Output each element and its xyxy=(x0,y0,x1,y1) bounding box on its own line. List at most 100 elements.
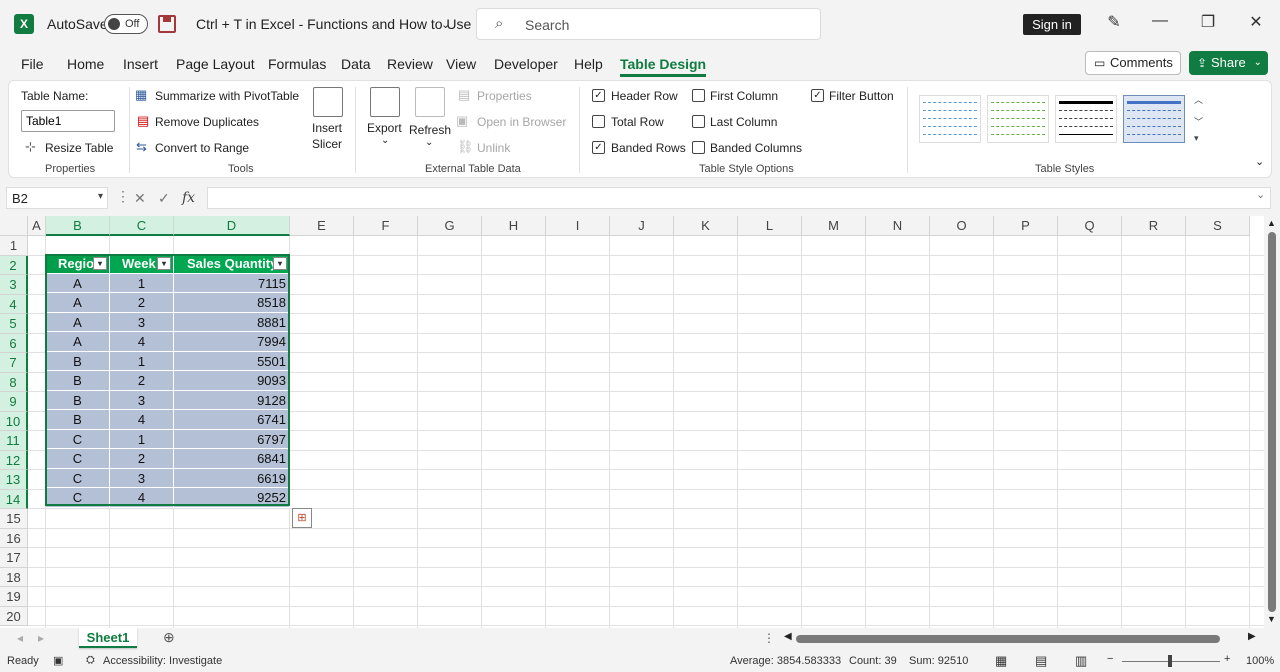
column-header-h[interactable]: H xyxy=(482,216,546,236)
table-cell[interactable]: 1 xyxy=(110,351,174,371)
expand-formula-icon[interactable]: ⌄ xyxy=(1256,188,1265,201)
column-header-l[interactable]: L xyxy=(738,216,802,236)
more-styles-icon[interactable]: ▾ xyxy=(1194,133,1199,144)
table-cell[interactable]: A xyxy=(46,332,110,352)
column-header-e[interactable]: E xyxy=(290,216,354,236)
row-header-8[interactable]: 8 xyxy=(0,372,28,392)
column-header-a[interactable]: A xyxy=(28,216,46,236)
row-header-6[interactable]: 6 xyxy=(0,333,28,353)
column-header-k[interactable]: K xyxy=(674,216,738,236)
comments-button[interactable]: ▭ Comments xyxy=(1085,51,1181,75)
column-header-b[interactable]: B xyxy=(46,216,110,236)
table-cell[interactable]: 9128 xyxy=(174,390,290,410)
table-cell[interactable]: 1 xyxy=(110,273,174,293)
enter-icon[interactable]: ✓ xyxy=(158,190,170,207)
chevron-down-icon[interactable]: ⌄ xyxy=(425,137,433,148)
row-header-11[interactable]: 11 xyxy=(0,431,28,451)
table-cell[interactable]: B xyxy=(46,390,110,410)
scroll-right-icon[interactable]: ▶ xyxy=(1248,631,1256,642)
table-cell[interactable]: 6619 xyxy=(174,468,290,488)
table-cell[interactable]: 6741 xyxy=(174,410,290,430)
row-header-19[interactable]: 19 xyxy=(0,587,28,607)
select-all-corner[interactable] xyxy=(0,216,28,236)
tab-data[interactable]: Data xyxy=(341,56,371,72)
row-header-15[interactable]: 15 xyxy=(0,509,28,529)
tab-file[interactable]: File xyxy=(21,56,44,72)
banded-columns-checkbox[interactable] xyxy=(692,141,705,154)
close-icon[interactable]: ✕ xyxy=(1244,12,1268,32)
scroll-thumb[interactable] xyxy=(1268,232,1276,612)
column-header-m[interactable]: M xyxy=(802,216,866,236)
table-style-light-blue[interactable] xyxy=(919,95,981,143)
last-column-checkbox[interactable] xyxy=(692,115,705,128)
row-header-12[interactable]: 12 xyxy=(0,450,28,470)
row-header-7[interactable]: 7 xyxy=(0,353,28,373)
tab-view[interactable]: View xyxy=(446,56,476,72)
column-header-c[interactable]: C xyxy=(110,216,174,236)
row-header-4[interactable]: 4 xyxy=(0,294,28,314)
table-cell[interactable]: 4 xyxy=(110,488,174,508)
filter-button-checkbox[interactable]: ✓ xyxy=(811,89,824,102)
convert-to-range-button[interactable]: Convert to Range xyxy=(155,141,249,155)
table-cell[interactable]: B xyxy=(46,410,110,430)
tab-insert[interactable]: Insert xyxy=(123,56,158,72)
table-cell[interactable]: A xyxy=(46,312,110,332)
scroll-down-icon[interactable]: ▼ xyxy=(1267,614,1276,624)
table-cell[interactable]: 2 xyxy=(110,371,174,391)
share-button[interactable]: ⇪ Share ⌄ xyxy=(1189,51,1268,75)
table-cell[interactable]: 3 xyxy=(110,468,174,488)
refresh-button[interactable]: Refresh xyxy=(409,123,451,137)
table-cell[interactable]: B xyxy=(46,351,110,371)
next-sheet-icon[interactable]: ▸ xyxy=(38,631,44,645)
data-table[interactable]: Regio ▾ Week ▾ Sales Quantity ▾ A 1 7115 A 2 8518 A 3… xyxy=(46,254,290,508)
more-icon[interactable]: ⋮ xyxy=(763,631,775,645)
row-header-5[interactable]: 5 xyxy=(0,314,28,334)
quick-analysis-icon[interactable]: ⊞ xyxy=(292,508,312,528)
column-header-r[interactable]: R xyxy=(1122,216,1186,236)
chevron-down-icon[interactable]: ⌄ xyxy=(1254,51,1262,75)
worksheet-grid[interactable]: ABCDEFGHIJKLMNOPQRS 1 2 3 4 5 6 7 8 9 10 11 12 13 14 1… xyxy=(0,216,1264,628)
row-header-9[interactable]: 9 xyxy=(0,392,28,412)
zoom-out-icon[interactable]: − xyxy=(1107,653,1113,665)
scroll-thumb[interactable] xyxy=(796,635,1220,643)
chevron-down-icon[interactable]: ⌄ xyxy=(381,135,389,146)
column-header-p[interactable]: P xyxy=(994,216,1058,236)
row-header-14[interactable]: 14 xyxy=(0,489,28,509)
zoom-in-icon[interactable]: + xyxy=(1224,653,1230,665)
add-sheet-icon[interactable]: ⊕ xyxy=(163,629,175,646)
row-header-16[interactable]: 16 xyxy=(0,528,28,548)
cancel-icon[interactable]: ✕ xyxy=(134,190,146,207)
remove-duplicates-button[interactable]: Remove Duplicates xyxy=(155,115,259,129)
chevron-down-icon[interactable]: ⌄ xyxy=(441,18,450,31)
table-cell[interactable]: 4 xyxy=(110,332,174,352)
chevron-down-icon[interactable]: ﹀ xyxy=(1194,115,1203,128)
tab-developer[interactable]: Developer xyxy=(494,56,558,72)
table-cell[interactable]: C xyxy=(46,429,110,449)
insert-slicer-label-2[interactable]: Slicer xyxy=(312,137,342,151)
summarize-pivot-button[interactable]: Summarize with PivotTable xyxy=(155,89,299,103)
table-cell[interactable]: A xyxy=(46,273,110,293)
column-header-g[interactable]: G xyxy=(418,216,482,236)
filter-dropdown-icon[interactable]: ▾ xyxy=(157,257,171,270)
tab-help[interactable]: Help xyxy=(574,56,603,72)
zoom-slider-thumb[interactable] xyxy=(1168,655,1172,667)
minimize-icon[interactable]: — xyxy=(1148,12,1172,30)
table-cell[interactable]: 9093 xyxy=(174,371,290,391)
autosave-toggle[interactable]: Off xyxy=(104,14,148,34)
row-header-18[interactable]: 18 xyxy=(0,567,28,587)
chevron-down-icon[interactable]: ▾ xyxy=(98,191,103,202)
total-row-checkbox[interactable] xyxy=(592,115,605,128)
more-icon[interactable]: ⋮ xyxy=(116,188,130,205)
row-header-1[interactable]: 1 xyxy=(0,236,28,256)
tab-home[interactable]: Home xyxy=(67,56,104,72)
table-cell[interactable]: C xyxy=(46,449,110,469)
chevron-up-icon[interactable]: ︿ xyxy=(1194,93,1203,106)
table-cell[interactable]: B xyxy=(46,371,110,391)
table-name-input[interactable] xyxy=(21,110,115,132)
column-header-j[interactable]: J xyxy=(610,216,674,236)
filter-dropdown-icon[interactable]: ▾ xyxy=(273,257,287,270)
table-cell[interactable]: 9252 xyxy=(174,488,290,508)
column-header-i[interactable]: I xyxy=(546,216,610,236)
search-box[interactable]: ⌕ Search xyxy=(476,8,821,40)
table-cell[interactable]: 8881 xyxy=(174,312,290,332)
